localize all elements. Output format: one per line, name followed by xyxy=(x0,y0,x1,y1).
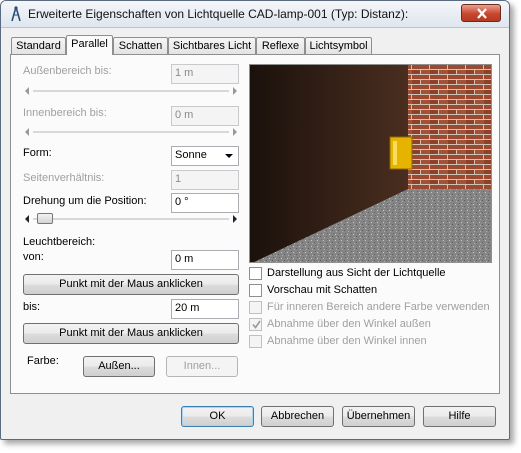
von-input[interactable]: 0 m xyxy=(171,250,239,270)
checkbox[interactable] xyxy=(249,284,262,297)
cancel-button[interactable]: Abbrechen xyxy=(261,406,334,427)
option-label: Für inneren Bereich andere Farbe verwend… xyxy=(267,301,490,313)
pick-point-button-bis[interactable]: Punkt mit der Maus anklicken xyxy=(23,323,239,344)
close-button[interactable] xyxy=(461,4,501,22)
option-label: Vorschau mit Schatten xyxy=(267,284,378,296)
innenbereich-slider[interactable] xyxy=(23,126,239,138)
close-icon xyxy=(477,8,487,19)
form-select[interactable]: Sonne xyxy=(171,146,239,166)
properties-dialog: Erweiterte Eigenschaften von Lichtquelle… xyxy=(0,0,510,440)
innenbereich-label: Innenbereich bis: xyxy=(23,107,107,119)
tab-reflexe[interactable]: Reflexe xyxy=(256,37,305,54)
form-select-value: Sonne xyxy=(175,149,207,161)
bis-label: bis: xyxy=(23,301,41,313)
leuchtbereich-label: Leuchtbereich: xyxy=(23,236,96,248)
color-outer-button[interactable]: Außen... xyxy=(83,356,155,377)
arrow-right-icon xyxy=(233,128,237,136)
checkmark-icon xyxy=(252,320,261,329)
aussenbereich-slider[interactable] xyxy=(23,85,239,97)
arrow-left-icon xyxy=(25,128,29,136)
color-inner-button[interactable]: Innen... xyxy=(166,356,238,377)
title-bar: Erweiterte Eigenschaften von Lichtquelle… xyxy=(1,1,509,28)
pick-point-button-von[interactable]: Punkt mit der Maus anklicken xyxy=(23,274,239,295)
tab-standard[interactable]: Standard xyxy=(11,37,66,54)
option-label: Abnahme über den Winkel innen xyxy=(267,335,427,347)
parallel-panel: Außenbereich bis: 1 m Innenbereich bis: … xyxy=(10,54,500,394)
ok-button[interactable]: OK xyxy=(181,406,254,427)
checkbox[interactable] xyxy=(249,318,262,331)
tab-sichtbares-licht[interactable]: Sichtbares Licht xyxy=(168,37,256,54)
compass-icon xyxy=(9,6,23,22)
option-label: Darstellung aus Sicht der Lichtquelle xyxy=(267,267,446,279)
drehung-input[interactable]: 0 ° xyxy=(171,193,239,213)
aussenbereich-label: Außenbereich bis: xyxy=(23,65,112,77)
tab-parallel[interactable]: Parallel xyxy=(66,35,113,55)
light-preview xyxy=(249,64,492,263)
preview-render xyxy=(250,65,491,262)
seitenverhaeltnis-input[interactable]: 1 xyxy=(171,170,239,190)
checkbox[interactable] xyxy=(249,335,262,348)
slider-thumb[interactable] xyxy=(37,213,53,224)
tab-lichtsymbol[interactable]: Lichtsymbol xyxy=(305,37,372,54)
drehung-slider[interactable] xyxy=(23,213,239,225)
checkbox[interactable] xyxy=(249,267,262,280)
arrow-right-icon xyxy=(233,215,237,223)
aussenbereich-input[interactable]: 1 m xyxy=(171,64,239,84)
help-button[interactable]: Hilfe xyxy=(423,406,496,427)
seitenverhaeltnis-label: Seitenverhältnis: xyxy=(23,172,105,184)
chevron-down-icon xyxy=(225,154,233,158)
farbe-label: Farbe: xyxy=(27,355,59,367)
innenbereich-input[interactable]: 0 m xyxy=(171,106,239,126)
tab-schatten[interactable]: Schatten xyxy=(113,37,168,54)
window-title: Erweiterte Eigenschaften von Lichtquelle… xyxy=(28,7,409,21)
form-label: Form: xyxy=(23,147,52,159)
bis-input[interactable]: 20 m xyxy=(171,299,239,319)
arrow-right-icon xyxy=(233,87,237,95)
arrow-left-icon xyxy=(25,87,29,95)
apply-button[interactable]: Übernehmen xyxy=(342,406,415,427)
arrow-left-icon xyxy=(25,215,29,223)
drehung-label: Drehung um die Position: xyxy=(23,195,147,207)
option-label: Abnahme über den Winkel außen xyxy=(267,318,431,330)
checkbox[interactable] xyxy=(249,301,262,314)
von-label: von: xyxy=(23,251,44,263)
